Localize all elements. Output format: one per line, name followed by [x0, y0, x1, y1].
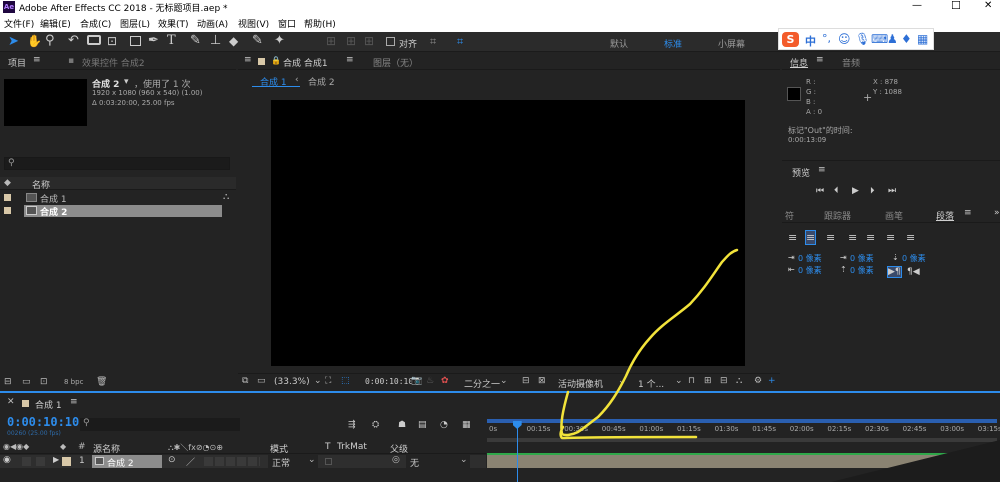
freehand-annotation — [559, 248, 739, 440]
annotation-stroke — [559, 248, 739, 440]
